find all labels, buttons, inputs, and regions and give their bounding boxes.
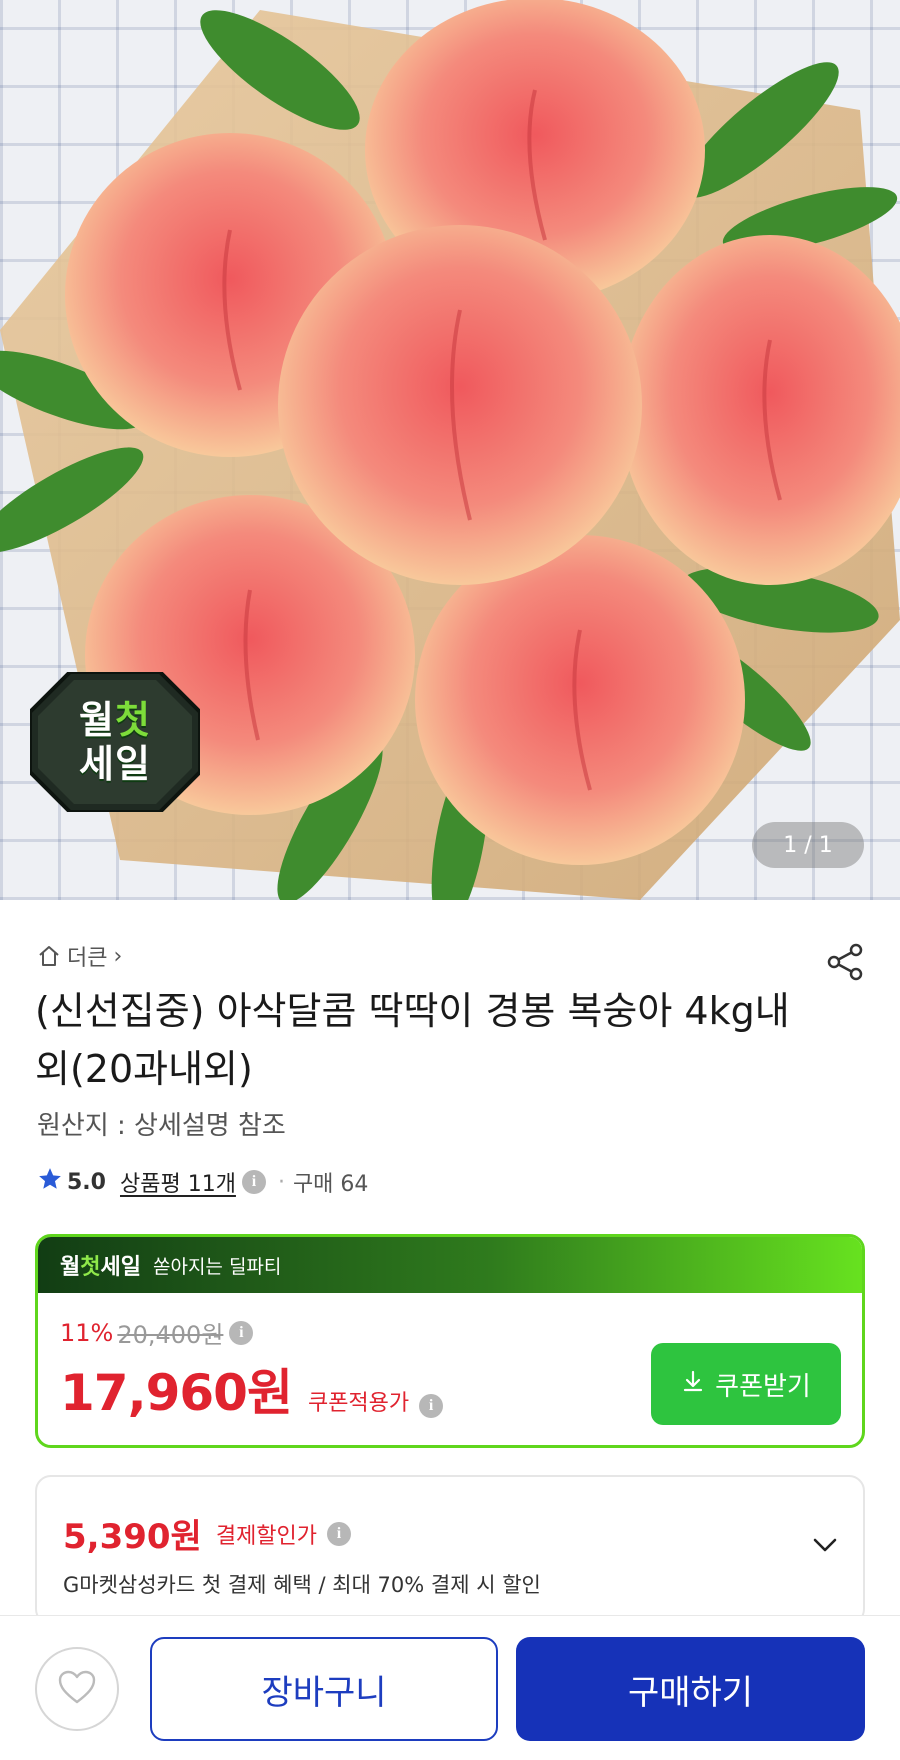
payment-price-row: 5,390원 결제할인가 i <box>63 1509 352 1558</box>
wishlist-button[interactable] <box>35 1647 119 1731</box>
coupon-price-label: 쿠폰적용가 <box>307 1391 410 1416</box>
home-icon <box>37 944 61 968</box>
info-icon[interactable]: i <box>327 1521 352 1546</box>
coupon-price-row: 17,960원 쿠폰적용가 i <box>60 1353 444 1425</box>
get-coupon-label: 쿠폰받기 <box>715 1371 811 1402</box>
rating-row: 5.0 상품평 11개 i · 구매 64 <box>37 1166 368 1198</box>
deal-header: 월첫세일 쏟아지는 딜파티 <box>38 1237 862 1293</box>
bottom-action-bar: 장바구니 구매하기 <box>0 1615 900 1760</box>
separator: · <box>277 1169 285 1195</box>
heart-icon <box>57 1669 97 1709</box>
info-icon[interactable]: i <box>241 1170 266 1194</box>
buy-now-button[interactable]: 구매하기 <box>516 1637 865 1741</box>
product-origin: 원산지 : 상세설명 참조 <box>37 1111 286 1141</box>
discount-row: 11% 20,400원 i <box>60 1315 254 1350</box>
star-icon <box>37 1166 63 1198</box>
payment-price-label: 결제할인가 <box>215 1523 318 1549</box>
chevron-right-icon: › <box>113 943 123 969</box>
rating-score: 5.0 <box>67 1169 106 1195</box>
deal-box: 월첫세일 쏟아지는 딜파티 11% 20,400원 i 17,960원 쿠폰적용… <box>35 1234 865 1448</box>
coupon-price: 17,960원 <box>60 1364 293 1422</box>
image-page-indicator: 1 / 1 <box>752 822 864 868</box>
original-price: 20,400원 <box>117 1321 224 1349</box>
breadcrumb[interactable]: 더큰 › <box>37 940 122 972</box>
get-coupon-button[interactable]: 쿠폰받기 <box>651 1343 841 1425</box>
payment-discount-box[interactable]: 5,390원 결제할인가 i G마켓삼성카드 첫 결제 혜택 / 최대 70% … <box>35 1475 865 1625</box>
product-title: (신선집중) 아삭달콤 딱딱이 경봉 복숭아 4kg내외(20과내외) <box>35 989 790 1091</box>
info-icon[interactable]: i <box>229 1320 254 1345</box>
product-image[interactable]: 월첫 세일 1 / 1 <box>0 0 900 900</box>
info-icon[interactable]: i <box>419 1394 444 1418</box>
deal-brand: 월첫세일 <box>60 1255 141 1280</box>
deal-slogan: 쏟아지는 딜파티 <box>152 1255 282 1278</box>
purchase-count: 구매 64 <box>292 1172 369 1197</box>
monthly-sale-badge: 월첫 세일 <box>30 672 200 812</box>
chevron-down-icon[interactable] <box>805 1525 845 1565</box>
payment-price: 5,390원 <box>63 1517 202 1557</box>
review-count-link[interactable]: 상품평 11개 <box>120 1166 236 1198</box>
store-name[interactable]: 더큰 <box>67 940 107 972</box>
share-icon[interactable] <box>824 940 868 984</box>
download-icon <box>681 1369 705 1400</box>
add-to-cart-button[interactable]: 장바구니 <box>150 1637 498 1741</box>
payment-description: G마켓삼성카드 첫 결제 혜택 / 최대 70% 결제 시 할인 <box>63 1573 541 1597</box>
discount-percent: 11% <box>60 1318 114 1347</box>
